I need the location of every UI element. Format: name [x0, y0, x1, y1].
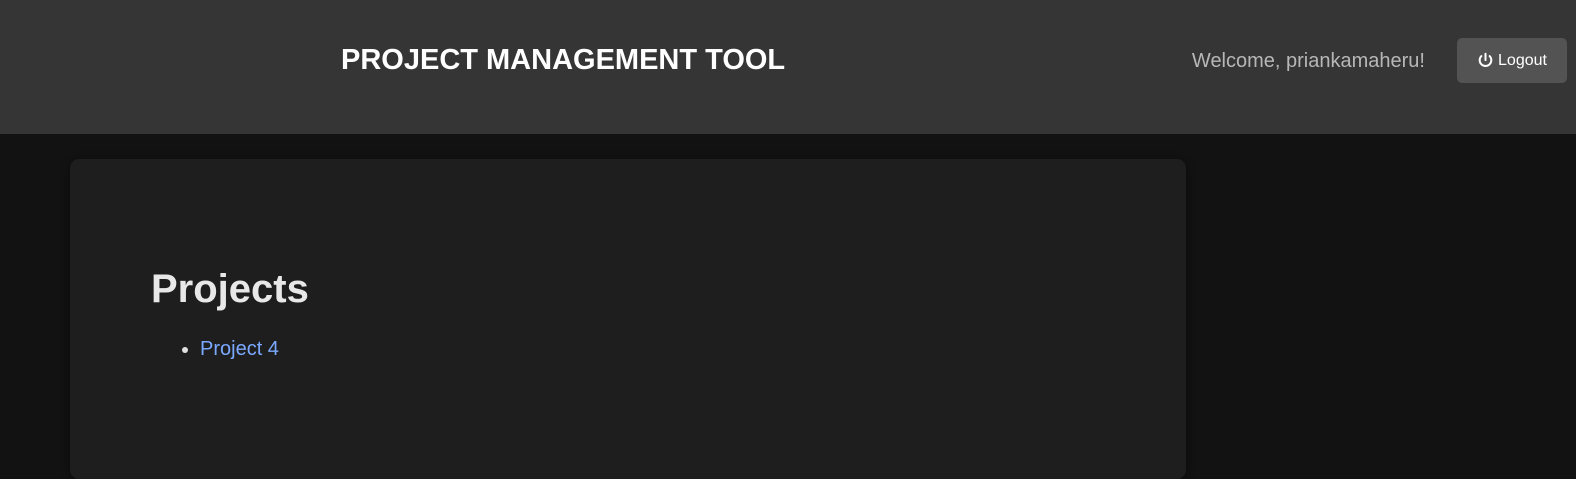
logout-button[interactable]: Logout	[1457, 38, 1567, 83]
power-icon	[1477, 52, 1494, 69]
app-header: PROJECT MANAGEMENT TOOL Welcome, prianka…	[0, 0, 1576, 134]
projects-heading: Projects	[151, 267, 309, 311]
welcome-message: Welcome, priankamaheru!	[1191, 50, 1425, 72]
app-title: PROJECT MANAGEMENT TOOL	[341, 44, 786, 76]
project-link[interactable]: Project 4	[200, 338, 279, 360]
list-item: Project 4	[200, 337, 279, 361]
projects-card: Projects Project 4	[70, 159, 1186, 479]
project-list: Project 4	[200, 337, 279, 361]
logout-label: Logout	[1498, 51, 1547, 69]
